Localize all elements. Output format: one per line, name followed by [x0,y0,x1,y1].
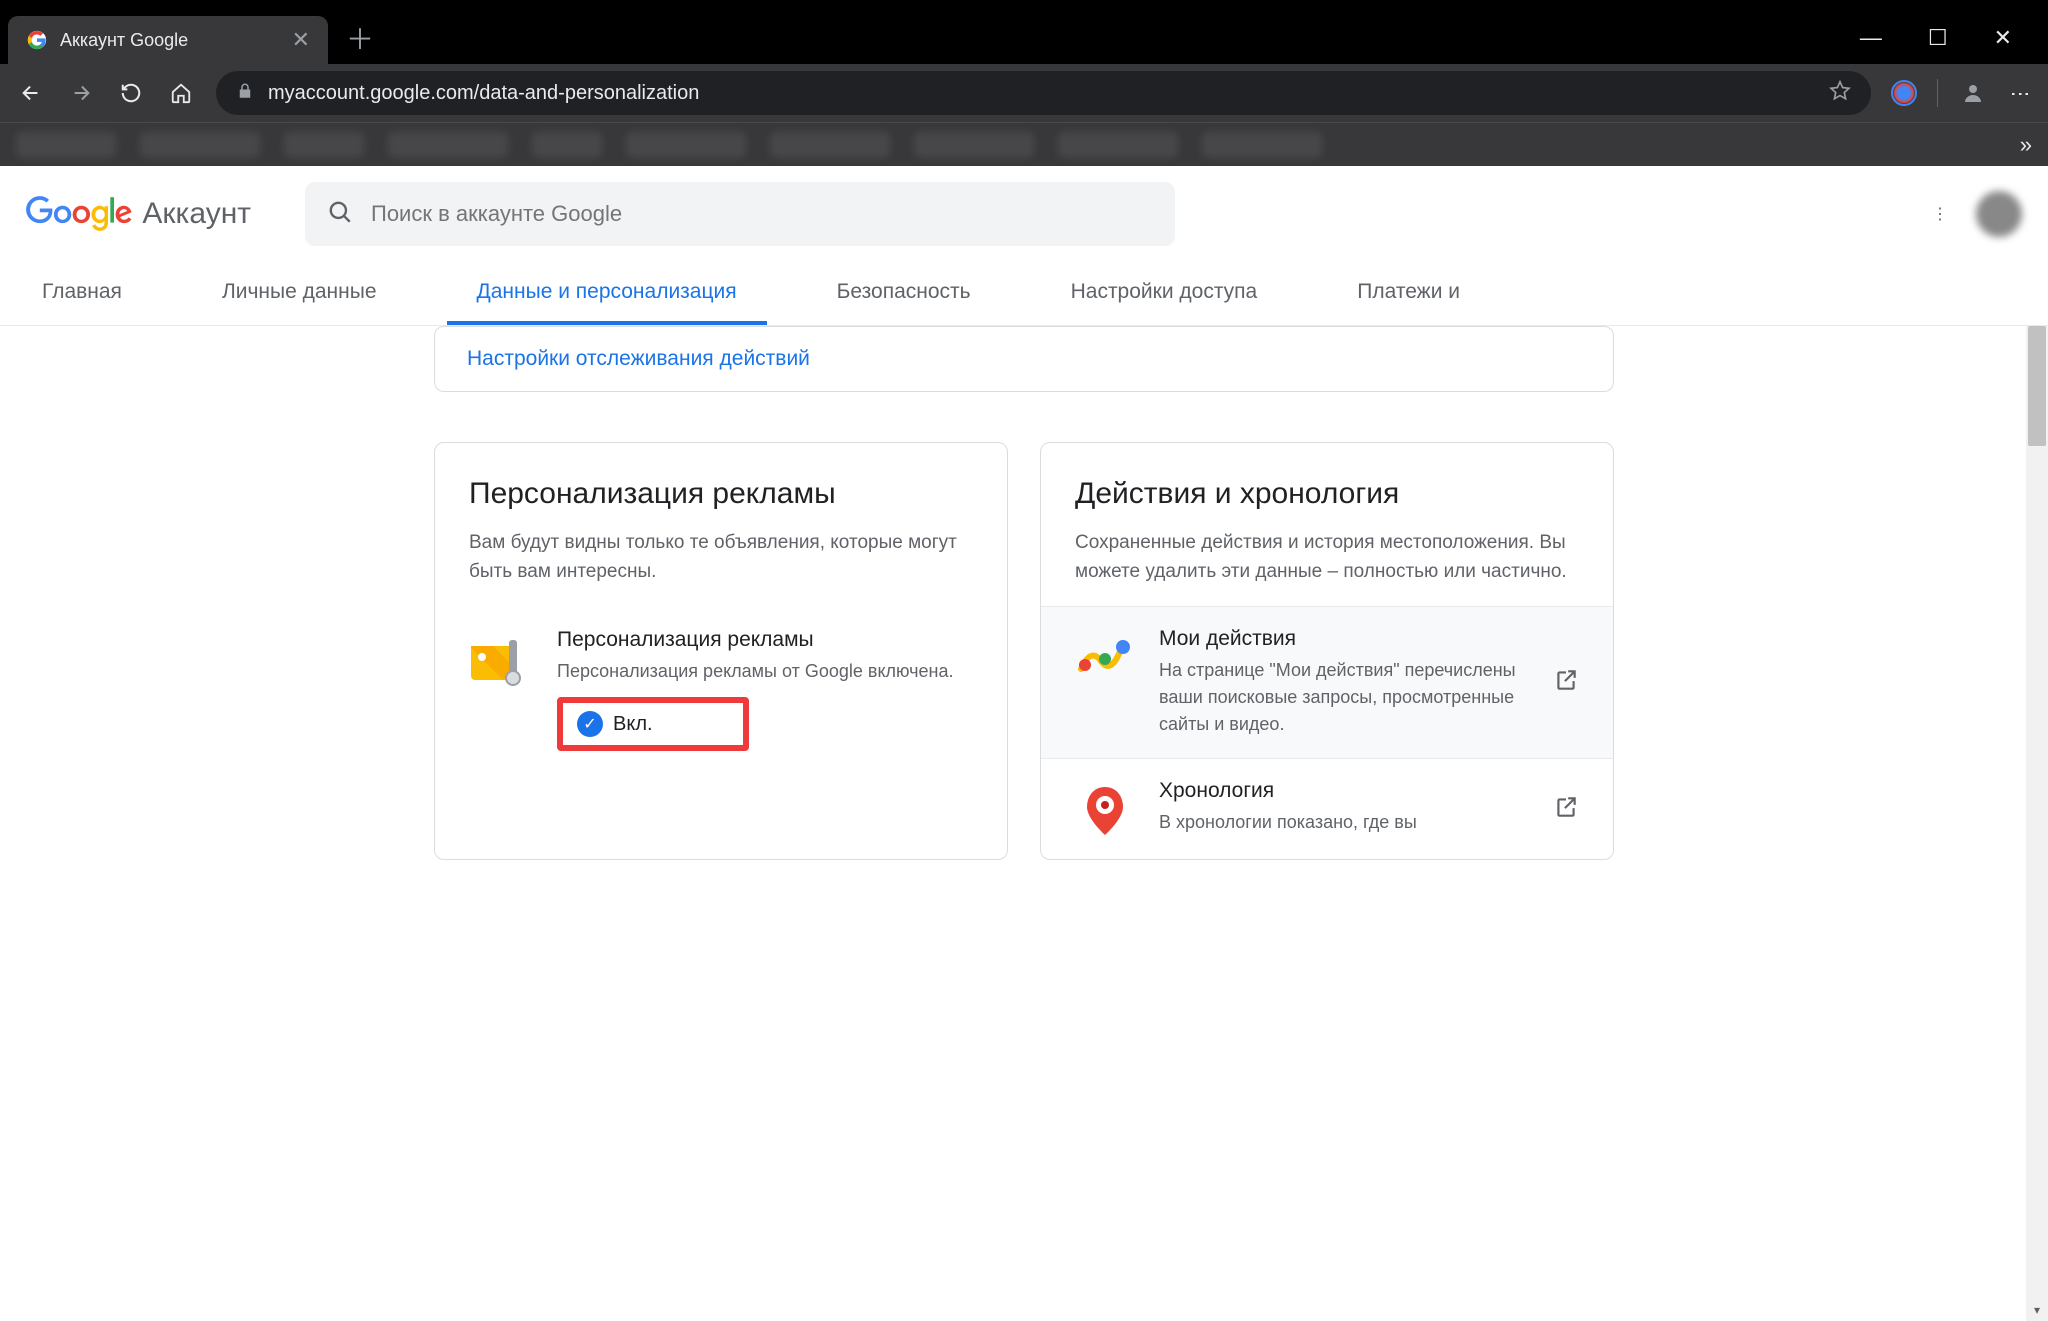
tab-payments[interactable]: Платежи и [1327,262,1490,325]
page-content: История мес История YouTube Вкл. Аккаунт… [0,166,2048,1321]
google-logo[interactable]: Аккаунт [26,196,251,232]
scroll-down-icon[interactable]: ▾ [2026,1299,2048,1321]
card-desc: Сохраненные действия и история местополо… [1075,529,1579,586]
minimize-icon[interactable]: ― [1860,25,1882,51]
apps-menu-icon[interactable]: ⋮ [1932,204,1948,224]
section-title: Персонализация рекламы [557,628,953,652]
tab-close-icon[interactable]: ✕ [292,27,310,53]
timeline-icon [1075,779,1135,839]
avatar[interactable] [1976,191,2022,237]
lock-icon [236,82,254,105]
my-activity-section[interactable]: Мои действия На странице "Мои действия" … [1041,606,1613,758]
google-favicon [26,29,48,51]
activity-timeline-card: Действия и хронология Сохраненные действ… [1040,442,1614,860]
cards-row: Персонализация рекламы Вам будут видны т… [434,442,1614,860]
section-title: Хронология [1159,779,1529,803]
tab-title: Аккаунт Google [60,30,280,51]
profile-icon[interactable] [1958,78,1988,108]
timeline-section[interactable]: Хронология В хронологии показано, где вы [1041,758,1613,859]
ad-personalization-section[interactable]: Персонализация рекламы Персонализация ре… [435,606,1007,761]
bookmark-item[interactable] [388,132,508,158]
search-icon [327,199,353,230]
tab-strip: Аккаунт Google ✕ ＋ ― ☐ ✕ [0,12,2048,64]
header-search[interactable] [305,182,1175,246]
section-desc: Персонализация рекламы от Google включен… [557,658,953,685]
main-content: Настройки отслеживания действий Персонал… [0,326,2048,900]
account-label: Аккаунт [142,197,251,231]
titlebar [0,0,2048,12]
new-tab-button[interactable]: ＋ [346,18,374,58]
bookmark-item[interactable] [532,132,602,158]
nav-bar: myaccount.google.com/data-and-personaliz… [0,64,2048,122]
reload-button[interactable] [116,78,146,108]
bookmark-item[interactable] [16,132,116,158]
section-title: Мои действия [1159,627,1529,651]
section-desc: В хронологии показано, где вы [1159,809,1529,836]
status-badge-highlighted: ✓ Вкл. [557,697,749,751]
check-icon: ✓ [577,711,603,737]
tab-home[interactable]: Главная [12,262,152,325]
url-text: myaccount.google.com/data-and-personaliz… [268,82,1815,105]
browser-chrome: Аккаунт Google ✕ ＋ ― ☐ ✕ myaccount.googl… [0,0,2048,166]
tracking-card: Настройки отслеживания действий [434,326,1614,392]
browser-tab[interactable]: Аккаунт Google ✕ [8,16,328,64]
my-activity-icon [1075,627,1135,687]
maximize-icon[interactable]: ☐ [1928,25,1948,51]
open-external-icon [1553,667,1579,698]
bookmark-item[interactable] [626,132,746,158]
browser-menu-icon[interactable]: ⋮ [2008,84,2032,102]
home-button[interactable] [166,78,196,108]
card-desc: Вам будут видны только те объявления, ко… [469,529,973,586]
bookmarks-overflow-icon[interactable]: » [2020,132,2032,158]
status-text: Вкл. [613,713,653,736]
bookmark-item[interactable] [1202,132,1322,158]
bookmark-item[interactable] [770,132,890,158]
bookmark-item[interactable] [284,132,364,158]
scrollbar[interactable]: ▴ ▾ [2026,166,2048,1321]
tab-data-personalization[interactable]: Данные и персонализация [447,262,767,325]
scrollbar-thumb[interactable] [2028,326,2046,446]
tab-personal-info[interactable]: Личные данные [192,262,407,325]
back-button[interactable] [16,78,46,108]
address-bar[interactable]: myaccount.google.com/data-and-personaliz… [216,71,1871,115]
bookmark-item[interactable] [140,132,260,158]
section-desc: На странице "Мои действия" перечислены в… [1159,657,1529,738]
bookmark-item[interactable] [914,132,1034,158]
nav-tabs: Главная Личные данные Данные и персонали… [0,262,2048,326]
ad-personalization-card: Персонализация рекламы Вам будут видны т… [434,442,1008,860]
ads-tag-icon [469,632,529,692]
close-window-icon[interactable]: ✕ [1994,25,2012,51]
window-controls: ― ☐ ✕ [1860,25,2040,51]
open-external-icon [1553,794,1579,825]
card-title: Персонализация рекламы [469,477,973,511]
bookmark-item[interactable] [1058,132,1178,158]
bookmarks-bar: » [0,122,2048,166]
tab-people-sharing[interactable]: Настройки доступа [1041,262,1288,325]
divider [1937,79,1938,107]
extension-icon[interactable] [1891,80,1917,106]
forward-button[interactable] [66,78,96,108]
card-title: Действия и хронология [1075,477,1579,511]
tab-security[interactable]: Безопасность [807,262,1001,325]
star-icon[interactable] [1829,80,1851,107]
search-input[interactable] [371,201,1153,227]
activity-controls-link[interactable]: Настройки отслеживания действий [467,347,810,370]
app-header: Аккаунт ⋮ [0,166,2048,262]
